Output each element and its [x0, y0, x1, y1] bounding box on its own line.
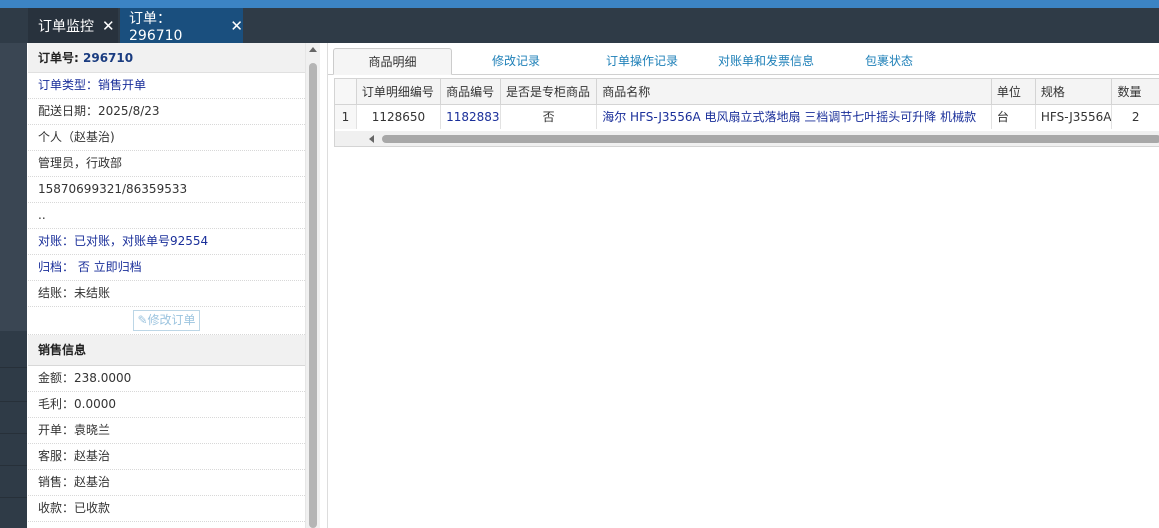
grid-hscrollbar[interactable] — [335, 131, 1159, 146]
nav-upper-block — [0, 43, 27, 331]
tab-modify-log[interactable]: 修改记录 — [466, 48, 566, 75]
tab-label: 订单监控 — [38, 18, 94, 35]
scroll-left-icon[interactable] — [369, 135, 374, 143]
scroll-thumb[interactable] — [309, 63, 317, 528]
row-number: 1 — [335, 104, 357, 129]
organization: 管理员，行政部 — [28, 151, 305, 177]
info-scrollbar[interactable] — [306, 43, 320, 528]
archive-status[interactable]: 归档： 否 立即归档 — [28, 255, 305, 281]
detail-panel: 商品明细 修改记录 订单操作记录 对账单和发票信息 包裹状态 订单明细编号 商品… — [327, 43, 1159, 528]
spec-cell: HFS-J3556A — [1035, 104, 1113, 129]
tab-package-status[interactable]: 包裹状态 — [846, 48, 932, 75]
tab-order-monitor[interactable]: 订单监控 ✕ — [28, 8, 118, 43]
amount: 金额：238.0000 — [28, 366, 305, 392]
nav-divider — [0, 433, 27, 434]
unit-cell: 台 — [991, 104, 1036, 129]
nav-divider — [0, 497, 27, 498]
close-icon[interactable]: ✕ — [230, 17, 243, 35]
sales-section-title: 销售信息 — [28, 335, 305, 366]
nav-divider — [0, 367, 27, 368]
edit-row: ✎修改订单 — [28, 307, 305, 335]
col-qty[interactable]: 数量 — [1111, 79, 1159, 105]
detail-id-cell: 1128650 — [356, 104, 442, 129]
hscroll-thumb[interactable] — [382, 135, 1159, 143]
tab-operation-log[interactable]: 订单操作记录 — [586, 48, 698, 75]
order-number-header: 订单号: 296710 — [28, 43, 305, 73]
product-grid: 订单明细编号 商品编号 是否是专柜商品 商品名称 单位 规格 数量 1 1128… — [334, 78, 1159, 147]
settle-status: 结账：未结账 — [28, 281, 305, 307]
col-product-name[interactable]: 商品名称 — [596, 79, 992, 105]
order-type[interactable]: 订单类型：销售开单 — [28, 73, 305, 99]
tab-reconcile-invoice[interactable]: 对账单和发票信息 — [706, 48, 826, 75]
reconcile-status[interactable]: 对账：已对账，对账单号92554 — [28, 229, 305, 255]
edit-order-label: 修改订单 — [147, 313, 196, 327]
order-number-label: 订单号: — [38, 51, 79, 65]
col-counter[interactable]: 是否是专柜商品 — [500, 79, 598, 105]
seller: 销售：赵基治 — [28, 470, 305, 496]
col-product-id[interactable]: 商品编号 — [440, 79, 501, 105]
phone: 15870699321/86359533 — [28, 177, 305, 203]
col-unit[interactable]: 单位 — [991, 79, 1036, 105]
scroll-up-icon[interactable] — [309, 47, 317, 52]
order-number-value: 296710 — [83, 51, 134, 65]
order-info-panel: 订单号: 296710 订单类型：销售开单 配送日期：2025/8/23 个人（… — [28, 43, 306, 528]
edit-order-button[interactable]: ✎修改订单 — [133, 310, 200, 331]
counter-cell: 否 — [500, 104, 598, 129]
tab-product-details[interactable]: 商品明细 — [333, 48, 452, 75]
product-name-link[interactable]: 海尔 HFS-J3556A 电风扇立式落地扇 三档调节七叶摇头可升降 机械款 — [596, 104, 992, 129]
grid-header-row: 订单明细编号 商品编号 是否是专柜商品 商品名称 单位 规格 数量 — [335, 79, 1159, 105]
table-row[interactable]: 1 1128650 1182883 否 海尔 HFS-J3556A 电风扇立式落… — [335, 104, 1159, 129]
edit-icon: ✎ — [137, 313, 148, 327]
detail-tabs: 商品明细 修改记录 订单操作记录 对账单和发票信息 包裹状态 — [328, 43, 1159, 75]
tab-label: 订单：296710 — [129, 10, 183, 44]
col-spec[interactable]: 规格 — [1035, 79, 1113, 105]
delivery-date: 配送日期：2025/8/23 — [28, 99, 305, 125]
product-id-link[interactable]: 1182883 — [440, 104, 501, 129]
customer-service: 客服：赵基治 — [28, 444, 305, 470]
payment-status: 收款：已收款 — [28, 496, 305, 522]
more-dots: .. — [28, 203, 305, 229]
gross-profit: 毛利：0.0000 — [28, 392, 305, 418]
left-nav-collapsed — [0, 43, 27, 528]
opened-by: 开单：袁晓兰 — [28, 418, 305, 444]
nav-divider — [0, 465, 27, 466]
customer: 个人（赵基治) — [28, 125, 305, 151]
tab-order-detail[interactable]: 订单：296710 ✕ — [120, 8, 243, 44]
tab-strip: 订单监控 ✕ 订单：296710 ✕ — [0, 8, 1159, 44]
nav-divider — [0, 401, 27, 402]
col-detail-id[interactable]: 订单明细编号 — [356, 79, 442, 105]
qty-cell: 2 — [1111, 104, 1159, 129]
row-number-header — [335, 79, 357, 105]
close-icon[interactable]: ✕ — [102, 17, 115, 35]
